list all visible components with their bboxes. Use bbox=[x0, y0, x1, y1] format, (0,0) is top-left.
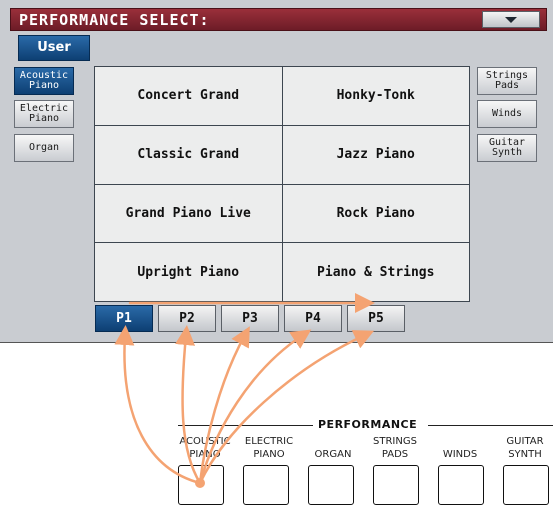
arrow-to-p2 bbox=[175, 325, 202, 485]
arrow-to-p5 bbox=[198, 330, 375, 485]
arrow-origin-dot bbox=[195, 478, 205, 488]
relationship-arrows bbox=[114, 293, 375, 488]
arrow-to-p1 bbox=[114, 325, 202, 485]
